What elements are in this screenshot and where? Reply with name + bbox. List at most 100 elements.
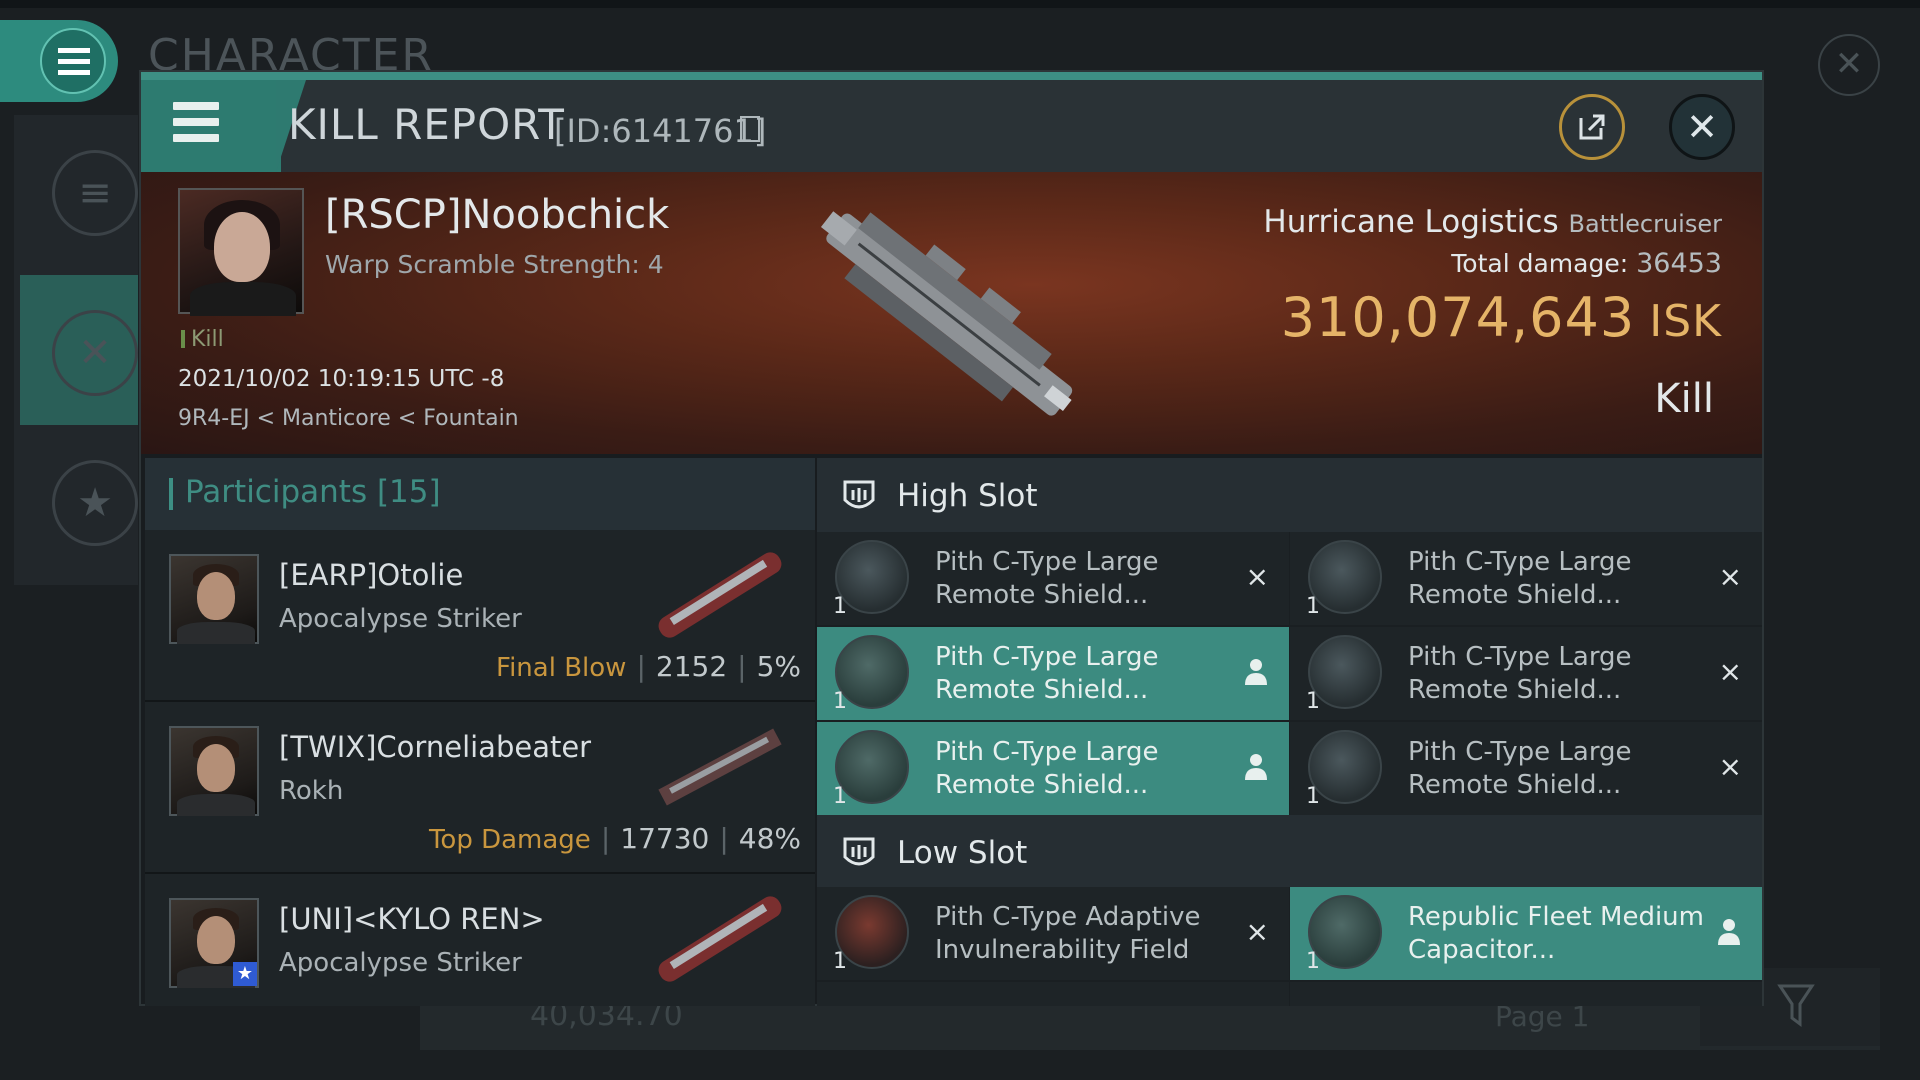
participant-percent: 48%: [738, 822, 801, 855]
participant-name: [UNI]<KYLO REN>: [279, 902, 545, 936]
dialog-top-accent: [141, 72, 1762, 80]
high-slot-icon: [843, 480, 875, 509]
module-name: Pith C-Type Large Remote Shield...: [935, 737, 1159, 800]
module-quantity: 1: [1306, 949, 1320, 974]
module-quantity: 1: [833, 594, 847, 619]
participant-portrait[interactable]: [169, 726, 259, 816]
victim-hero-panel: [RSCP]Noobchick Warp Scramble Strength: …: [141, 172, 1762, 454]
star-badge-icon: ★: [233, 962, 257, 986]
victim-portrait[interactable]: [178, 188, 304, 316]
low-slot-header: Low Slot: [817, 815, 1762, 887]
swords-icon[interactable]: ✕: [52, 310, 138, 396]
module-name: Pith C-Type Large Remote Shield...: [935, 547, 1159, 610]
high-slot-label: High Slot: [897, 478, 1038, 514]
menu-icon: [40, 28, 106, 94]
module-name: Pith C-Type Large Remote Shield...: [935, 642, 1159, 705]
high-slot-header: High Slot: [817, 458, 1762, 532]
participant-ship-image: [658, 552, 782, 638]
warp-scramble-strength: Warp Scramble Strength: 4: [325, 250, 664, 279]
person-icon: [1245, 659, 1267, 685]
participant-damage: 17730: [620, 822, 710, 855]
module-name: Pith C-Type Large Remote Shield...: [1408, 547, 1632, 610]
destroyed-icon: ×: [1245, 915, 1269, 948]
participant-ship-image: [658, 728, 782, 806]
participant-name: [EARP]Otolie: [279, 558, 464, 592]
module-quantity: 1: [833, 689, 847, 714]
module-name: Pith C-Type Large Remote Shield...: [1408, 642, 1632, 705]
dialog-header: KILL REPORT [ID:6141761] ✕: [141, 80, 1762, 172]
module-quantity: 1: [833, 949, 847, 974]
destroyed-icon: ×: [1718, 560, 1742, 593]
participant-row[interactable]: [TWIX]Corneliabeater Rokh Top Damage | 177…: [145, 702, 815, 874]
destroyed-icon: ×: [1245, 560, 1269, 593]
victim-ship-image[interactable]: [781, 182, 1101, 452]
person-icon: [1245, 754, 1267, 780]
fitting-panel: High Slot 1 Pith C-Type Large Remote Shi…: [817, 458, 1762, 1006]
module-name: Pith C-Type Adaptive Invulnerability Fie…: [935, 902, 1201, 965]
module-item[interactable]: 1 Pith C-Type Large Remote Shield... ×: [817, 532, 1289, 625]
participant-damage: 2152: [655, 650, 728, 683]
participant-portrait[interactable]: ★: [169, 898, 259, 988]
low-slot-icon: [843, 837, 875, 866]
isk-amount: 310,074,643: [1280, 286, 1636, 349]
module-item[interactable]: 1 Pith C-Type Adaptive Invulnerability F…: [817, 887, 1289, 980]
module-item-partial[interactable]: [817, 982, 1289, 1006]
person-icon: [1718, 919, 1740, 945]
participant-label: Top Damage: [428, 825, 591, 855]
close-icon: ✕: [1686, 105, 1718, 149]
participant-ship-image: [658, 896, 782, 982]
top-bar: [0, 0, 1920, 8]
participants-header[interactable]: Participants [15]: [145, 458, 815, 530]
low-slot-label: Low Slot: [897, 835, 1028, 871]
dialog-menu-button[interactable]: [141, 80, 281, 172]
star-icon[interactable]: ★: [52, 460, 138, 546]
module-quantity: 1: [1306, 594, 1320, 619]
module-item-partial[interactable]: [1290, 982, 1762, 1006]
module-item[interactable]: 1 Pith C-Type Large Remote Shield... ×: [1290, 532, 1762, 625]
victim-ship-name[interactable]: Hurricane Logistics Battlecruiser: [1263, 204, 1722, 240]
ship-name-text: Hurricane Logistics: [1263, 204, 1559, 240]
participant-name: [TWIX]Corneliabeater: [279, 730, 592, 764]
module-item[interactable]: 1 Pith C-Type Large Remote Shield... ×: [1290, 722, 1762, 815]
low-slot-modules: 1 Pith C-Type Adaptive Invulnerability F…: [817, 887, 1762, 1006]
module-name: Republic Fleet Medium Capacitor...: [1408, 902, 1704, 965]
kill-datetime: 2021/10/02 10:19:15 UTC -8: [178, 366, 505, 392]
share-icon: [1579, 114, 1605, 140]
participants-title: Participants [15]: [185, 474, 441, 510]
participant-row[interactable]: [EARP]Otolie Apocalypse Striker Final Bl…: [145, 530, 815, 702]
module-quantity: 1: [1306, 784, 1320, 809]
hamburger-icon: [173, 102, 219, 142]
list-icon[interactable]: ≡: [52, 150, 138, 236]
copy-icon[interactable]: [740, 116, 760, 142]
destroyed-icon: ×: [1718, 750, 1742, 783]
module-item[interactable]: 1 Pith C-Type Large Remote Shield...: [817, 627, 1289, 720]
total-damage-label: Total damage:: [1451, 249, 1629, 278]
background-close-icon[interactable]: ✕: [1818, 34, 1880, 96]
main-menu-button[interactable]: [0, 20, 118, 102]
total-damage: Total damage: 36453: [1451, 248, 1722, 279]
kill-tag: Kill: [181, 327, 224, 352]
participants-panel: Participants [15] [EARP]Otolie Apocalyps…: [145, 458, 815, 1006]
module-name: Pith C-Type Large Remote Shield...: [1408, 737, 1632, 800]
participant-stats: Top Damage | 17730 | 48%: [428, 822, 801, 855]
participant-ship: Apocalypse Striker: [279, 604, 522, 634]
kill-location[interactable]: 9R4-EJ < Manticore < Fountain: [178, 406, 519, 431]
isk-value: 310,074,643 ISK: [1281, 286, 1722, 349]
high-slot-modules: 1 Pith C-Type Large Remote Shield... × 1…: [817, 532, 1762, 815]
participant-label: Final Blow: [496, 653, 627, 683]
destroyed-icon: ×: [1718, 655, 1742, 688]
share-button[interactable]: [1559, 94, 1625, 160]
victim-name[interactable]: [RSCP]Noobchick: [325, 192, 669, 238]
participant-portrait[interactable]: [169, 554, 259, 644]
close-button[interactable]: ✕: [1669, 94, 1735, 160]
module-quantity: 1: [1306, 689, 1320, 714]
total-damage-value: 36453: [1636, 248, 1722, 279]
dialog-title: KILL REPORT: [288, 100, 565, 149]
module-item[interactable]: 1 Pith C-Type Large Remote Shield... ×: [1290, 627, 1762, 720]
kill-result: Kill: [1654, 376, 1714, 422]
participant-row[interactable]: ★ [UNI]<KYLO REN> Apocalypse Striker: [145, 874, 815, 1006]
ship-class: Battlecruiser: [1568, 210, 1722, 238]
module-item[interactable]: 1 Pith C-Type Large Remote Shield...: [817, 722, 1289, 815]
isk-unit: ISK: [1649, 296, 1722, 347]
module-item[interactable]: 1 Republic Fleet Medium Capacitor...: [1290, 887, 1762, 980]
